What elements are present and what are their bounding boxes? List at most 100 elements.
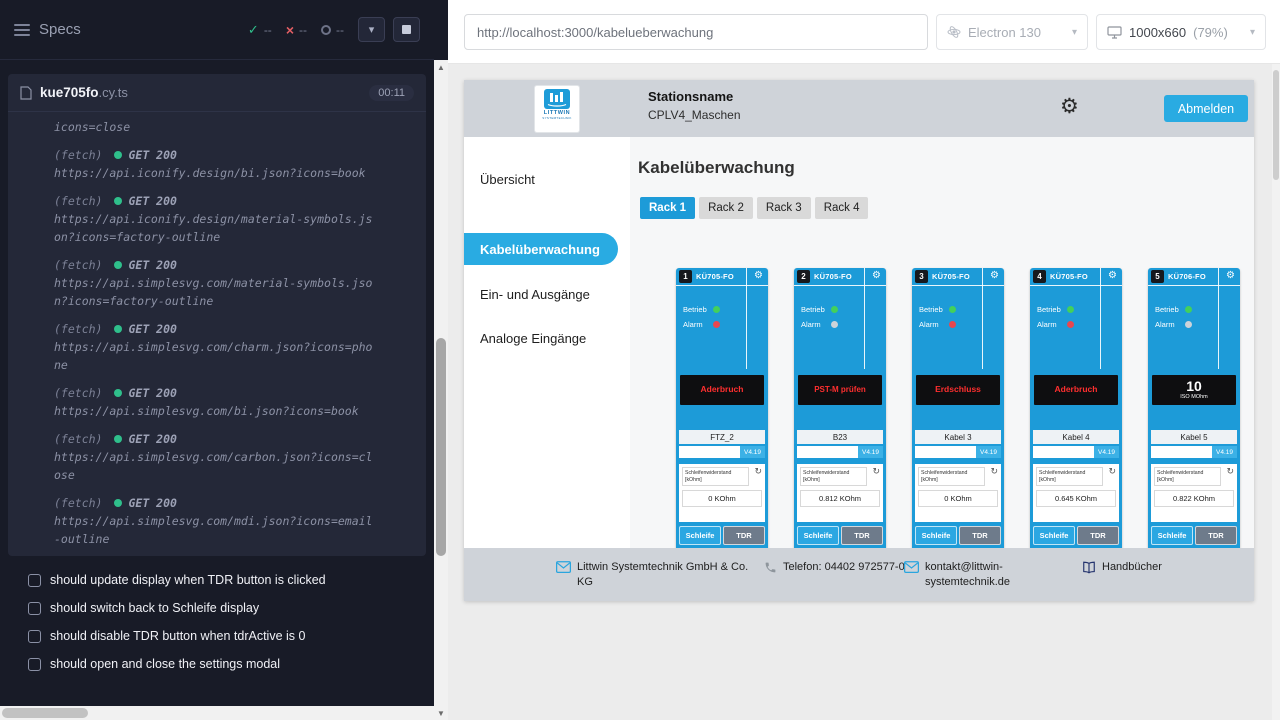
sidebar-item-uebersicht[interactable]: Übersicht xyxy=(480,172,535,187)
refresh-icon[interactable]: ↻ xyxy=(1108,467,1116,477)
log-entry-head: (fetch) GET 200 xyxy=(54,192,374,210)
reporter-buttons: ▾ xyxy=(358,17,420,42)
device-gear-icon[interactable]: ⚙ xyxy=(754,270,763,281)
test-item[interactable]: should disable TDR button when tdrActive… xyxy=(0,622,418,650)
request-url: https://api.simplesvg.com/material-symbo… xyxy=(54,274,374,310)
status-ok-dot xyxy=(114,325,122,333)
schleife-button[interactable]: Schleife xyxy=(1033,526,1075,545)
specs-menu-icon[interactable] xyxy=(14,24,30,36)
tdr-button[interactable]: TDR xyxy=(959,526,1001,545)
tdr-button[interactable]: TDR xyxy=(1195,526,1237,545)
fetch-label: (fetch) xyxy=(54,384,102,402)
app-header: LITTWIN SYSTEMTECHNIK Stationsname CPLV4… xyxy=(464,80,1254,137)
measurement-value: 0.812 KOhm xyxy=(800,490,880,507)
device-gear-icon[interactable]: ⚙ xyxy=(1108,270,1117,281)
logo-subtext: SYSTEMTECHNIK xyxy=(542,116,571,120)
sidebar-item-kabelueberwachung[interactable]: Kabelüberwachung xyxy=(464,233,618,265)
fetch-label: (fetch) xyxy=(54,192,102,210)
network-log-entry[interactable]: (fetch) GET 200 https://api.iconify.desi… xyxy=(8,146,426,182)
device-card: 2 KÜ705-FO ⚙ Betrieb Alarm PST-M prüfen xyxy=(794,268,886,568)
betrieb-label: Betrieb xyxy=(919,305,949,314)
version-row: V4.19 xyxy=(915,446,1001,458)
footer-email: kontakt@littwin-systemtechnik.de xyxy=(904,560,1037,590)
viewport-size-select[interactable]: 1000x660 (79%) ▾ xyxy=(1096,14,1266,50)
collapse-button[interactable]: ▾ xyxy=(358,17,385,42)
measurement-panel: Schleifenwiderstand [kOhm] ↻ 0.812 KOhm xyxy=(797,464,883,522)
test-item[interactable]: should update display when TDR button is… xyxy=(0,566,418,594)
status-display: Aderbruch xyxy=(1034,375,1118,405)
tab-rack-1[interactable]: Rack 1 xyxy=(640,197,695,219)
slot-number-badge: 3 xyxy=(915,270,928,283)
schleife-button[interactable]: Schleife xyxy=(915,526,957,545)
device-model: KÜ706-FO xyxy=(1168,272,1206,281)
browser-select[interactable]: Electron 130 ▾ xyxy=(936,14,1088,50)
refresh-icon[interactable]: ↻ xyxy=(990,467,998,477)
network-log-entry[interactable]: (fetch) GET 200 https://api.simplesvg.co… xyxy=(8,320,426,374)
sidebar-item-analoge-eingaenge[interactable]: Analoge Eingänge xyxy=(480,331,586,346)
electron-icon xyxy=(947,25,961,39)
stop-button[interactable] xyxy=(393,17,420,42)
test-state-icon xyxy=(28,602,41,615)
logout-button[interactable]: Abmelden xyxy=(1164,95,1248,122)
contact-email[interactable]: kontakt@littwin-systemtechnik.de xyxy=(925,560,1037,590)
sidebar-item-ein-und-ausgaenge[interactable]: Ein- und Ausgänge xyxy=(480,287,590,302)
scrollbar-thumb[interactable] xyxy=(436,338,446,556)
http-status: GET 200 xyxy=(128,192,176,210)
betrieb-label: Betrieb xyxy=(801,305,831,314)
page-scrollbar-thumb[interactable] xyxy=(1273,70,1279,180)
app-footer: Littwin Systemtechnik GmbH & Co. KG Tele… xyxy=(464,548,1254,601)
test-item[interactable]: should switch back to Schleife display xyxy=(0,594,418,622)
url-input[interactable] xyxy=(464,14,928,50)
tdr-button[interactable]: TDR xyxy=(723,526,765,545)
refresh-icon[interactable]: ↻ xyxy=(1226,467,1234,477)
scroll-up-icon[interactable]: ▲ xyxy=(434,60,448,74)
version-row: V4.19 xyxy=(679,446,765,458)
alarm-status-dot xyxy=(713,321,720,328)
spec-row[interactable]: kue705fo .cy.ts 00:11 xyxy=(8,74,426,112)
device-gear-icon[interactable]: ⚙ xyxy=(990,270,999,281)
tab-rack-4[interactable]: Rack 4 xyxy=(815,197,869,219)
horizontal-scrollbar-thumb[interactable] xyxy=(2,708,88,718)
tdr-button[interactable]: TDR xyxy=(1077,526,1119,545)
version-row: V4.19 xyxy=(1033,446,1119,458)
tab-rack-2[interactable]: Rack 2 xyxy=(699,197,753,219)
manuals-link[interactable]: Handbücher xyxy=(1102,560,1162,575)
log-entry-head: (fetch) GET 200 xyxy=(54,494,374,512)
network-log-entry[interactable]: (fetch) GET 200 https://api.simplesvg.co… xyxy=(8,256,426,310)
card-buttons: Schleife TDR xyxy=(679,526,765,545)
logo-icon xyxy=(544,89,570,109)
schleife-button[interactable]: Schleife xyxy=(679,526,721,545)
betrieb-status-dot xyxy=(713,306,720,313)
network-log-entry[interactable]: (fetch) GET 200 https://api.simplesvg.co… xyxy=(8,430,426,484)
network-log-entry[interactable]: (fetch) GET 200 https://api.simplesvg.co… xyxy=(8,384,426,420)
test-item[interactable]: should open and close the settings modal xyxy=(0,650,418,678)
spec-extension: .cy.ts xyxy=(99,85,128,100)
device-gear-icon[interactable]: ⚙ xyxy=(872,270,881,281)
horizontal-scrollbar[interactable] xyxy=(0,706,434,720)
status-text: Aderbruch xyxy=(701,385,744,394)
schleife-button[interactable]: Schleife xyxy=(797,526,839,545)
refresh-icon[interactable]: ↻ xyxy=(754,467,762,477)
alarm-status-dot xyxy=(1067,321,1074,328)
betrieb-label: Betrieb xyxy=(1155,305,1185,314)
scrollbar-track[interactable]: ▲ ▼ xyxy=(434,60,448,720)
tab-rack-3[interactable]: Rack 3 xyxy=(757,197,811,219)
schleife-button[interactable]: Schleife xyxy=(1151,526,1193,545)
fetch-label: (fetch) xyxy=(54,430,102,448)
card-divider xyxy=(794,285,886,286)
betrieb-label: Betrieb xyxy=(1037,305,1067,314)
fetch-label: (fetch) xyxy=(54,494,102,512)
alarm-label: Alarm xyxy=(683,320,713,329)
betrieb-status-dot xyxy=(831,306,838,313)
device-gear-icon[interactable]: ⚙ xyxy=(1226,270,1235,281)
network-log-entry[interactable]: (fetch) GET 200 https://api.simplesvg.co… xyxy=(8,494,426,548)
status-display: Aderbruch xyxy=(680,375,764,405)
http-status: GET 200 xyxy=(128,430,176,448)
alarm-label: Alarm xyxy=(1037,320,1067,329)
page-scrollbar[interactable] xyxy=(1272,64,1280,720)
network-log-entry[interactable]: (fetch) GET 200 https://api.iconify.desi… xyxy=(8,192,426,246)
tdr-button[interactable]: TDR xyxy=(841,526,883,545)
refresh-icon[interactable]: ↻ xyxy=(872,467,880,477)
scroll-down-icon[interactable]: ▼ xyxy=(434,706,448,720)
settings-gear-icon[interactable]: ⚙ xyxy=(1060,94,1079,118)
